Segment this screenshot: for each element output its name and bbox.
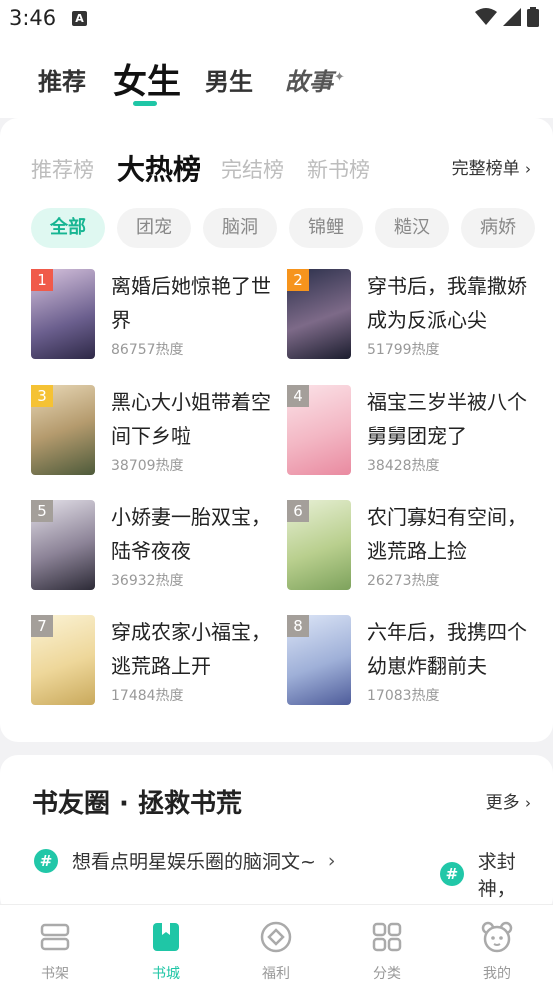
top-nav: 推荐 女生 男生 故事 ✦ — [0, 38, 553, 118]
chevron-right-icon: › — [327, 849, 336, 872]
book-title: 小娇妻一胎双宝，陆爷夜夜 — [111, 505, 271, 563]
circle-more-link[interactable]: 更多 › — [486, 788, 531, 813]
ranking-card: 推荐榜 大热榜 完结榜 新书榜 完整榜单 › 全部 团宠 脑洞 锦鲤 糙汉 病娇… — [0, 118, 553, 742]
tab-label: 我的 — [483, 966, 511, 982]
book-title: 穿成农家小福宝，逃荒路上开 — [111, 620, 271, 678]
book-item[interactable]: 6 农门寡妇有空间，逃荒路上捡 26273热度 — [287, 500, 543, 600]
tab-story[interactable]: 故事 — [285, 62, 333, 97]
book-item[interactable]: 2 穿书后，我靠撒娇成为反派心尖 51799热度 — [287, 269, 543, 369]
topic-item[interactable]: # 求封神， — [440, 847, 553, 901]
rank-badge: 3 — [31, 385, 53, 407]
tab-bookstore[interactable]: 书城 — [131, 919, 201, 983]
rank-badge: 1 — [31, 269, 53, 291]
chevron-right-icon: › — [525, 160, 531, 178]
bookshelf-icon — [40, 923, 70, 951]
status-time: 3:46 — [9, 6, 57, 30]
sparkle-icon: ✦ — [334, 70, 345, 85]
book-item[interactable]: 1 离婚后她惊艳了世界 86757热度 — [31, 269, 287, 369]
book-title: 农门寡妇有空间，逃荒路上捡 — [367, 505, 527, 563]
book-heat: 38709热度 — [111, 458, 184, 474]
book-heat: 36932热度 — [111, 573, 184, 589]
tab-label: 书架 — [41, 966, 69, 982]
tab-label: 福利 — [262, 966, 290, 982]
notification-icon: A — [72, 11, 87, 26]
book-title: 六年后，我携四个幼崽炸翻前夫 — [367, 620, 527, 678]
tab-label: 分类 — [373, 966, 401, 982]
topic-item[interactable]: # 想看点明星娱乐圈的脑洞文~ › — [34, 847, 336, 874]
rank-badge: 5 — [31, 500, 53, 522]
book-title: 穿书后，我靠撒娇成为反派心尖 — [367, 274, 527, 332]
tab-finished-rank[interactable]: 完结榜 — [221, 154, 284, 184]
battery-icon — [527, 7, 539, 27]
book-item[interactable]: 7 穿成农家小福宝，逃荒路上开 17484热度 — [31, 615, 287, 715]
hashtag-icon: # — [34, 848, 58, 873]
bottom-tab-bar: 书架 书城 福利 分类 我的 — [0, 904, 553, 984]
chip-bingjiao[interactable]: 病娇 — [461, 208, 535, 248]
active-tab-indicator — [133, 101, 157, 106]
full-ranking-label: 完整榜单 — [451, 159, 520, 179]
tab-welfare[interactable]: 福利 — [241, 919, 311, 983]
category-icon — [372, 922, 402, 952]
tab-recommend[interactable]: 推荐 — [38, 62, 86, 97]
book-heat: 26273热度 — [367, 573, 440, 589]
chip-all[interactable]: 全部 — [31, 208, 105, 248]
rank-badge: 4 — [287, 385, 309, 407]
full-ranking-link[interactable]: 完整榜单 › — [452, 154, 531, 179]
book-heat: 86757热度 — [111, 342, 184, 358]
tab-label: 书城 — [152, 966, 180, 982]
book-title: 福宝三岁半被八个舅舅团宠了 — [367, 390, 527, 448]
rank-badge: 8 — [287, 615, 309, 637]
welfare-icon — [260, 921, 292, 953]
chip-tuanchong[interactable]: 团宠 — [117, 208, 191, 248]
bear-profile-icon — [481, 921, 513, 953]
chip-jinli[interactable]: 锦鲤 — [289, 208, 363, 248]
tab-category[interactable]: 分类 — [352, 919, 422, 983]
book-item[interactable]: 3 黑心大小姐带着空间下乡啦 38709热度 — [31, 385, 287, 485]
status-icons — [475, 7, 539, 27]
circle-title: 书友圈 · 拯救书荒 — [32, 789, 242, 819]
bookstore-icon — [153, 923, 179, 951]
signal-icon — [503, 8, 521, 26]
topic-text: 求封神， — [477, 851, 516, 900]
tab-new-rank[interactable]: 新书榜 — [307, 154, 370, 184]
tab-female[interactable]: 女生 — [113, 54, 181, 103]
book-title: 离婚后她惊艳了世界 — [111, 274, 271, 332]
chip-naodong[interactable]: 脑洞 — [203, 208, 277, 248]
book-heat: 38428热度 — [367, 458, 440, 474]
tab-mine[interactable]: 我的 — [462, 919, 532, 983]
wifi-icon — [475, 8, 497, 25]
book-item[interactable]: 8 六年后，我携四个幼崽炸翻前夫 17083热度 — [287, 615, 543, 715]
book-heat: 51799热度 — [367, 342, 440, 358]
status-bar: 3:46 A — [0, 0, 553, 38]
tab-hot-rank[interactable]: 大热榜 — [117, 148, 201, 188]
book-item[interactable]: 4 福宝三岁半被八个舅舅团宠了 38428热度 — [287, 385, 543, 485]
book-heat: 17484热度 — [111, 688, 184, 704]
tab-recommend-rank[interactable]: 推荐榜 — [31, 154, 94, 184]
rank-badge: 6 — [287, 500, 309, 522]
book-item[interactable]: 5 小娇妻一胎双宝，陆爷夜夜 36932热度 — [31, 500, 287, 600]
topic-text: 想看点明星娱乐圈的脑洞文~ — [72, 851, 316, 873]
rank-badge: 2 — [287, 269, 309, 291]
tab-male[interactable]: 男生 — [205, 62, 253, 97]
book-title: 黑心大小姐带着空间下乡啦 — [111, 390, 271, 448]
chevron-right-icon: › — [525, 794, 531, 812]
hashtag-icon: # — [440, 862, 464, 886]
tab-bookshelf[interactable]: 书架 — [20, 919, 90, 983]
rank-badge: 7 — [31, 615, 53, 637]
chip-caohan[interactable]: 糙汉 — [375, 208, 449, 248]
book-circle-section: 书友圈 · 拯救书荒 更多 › # 想看点明星娱乐圈的脑洞文~ › # 求封神， — [0, 755, 553, 915]
circle-more-label: 更多 — [485, 793, 520, 813]
book-heat: 17083热度 — [367, 688, 440, 704]
